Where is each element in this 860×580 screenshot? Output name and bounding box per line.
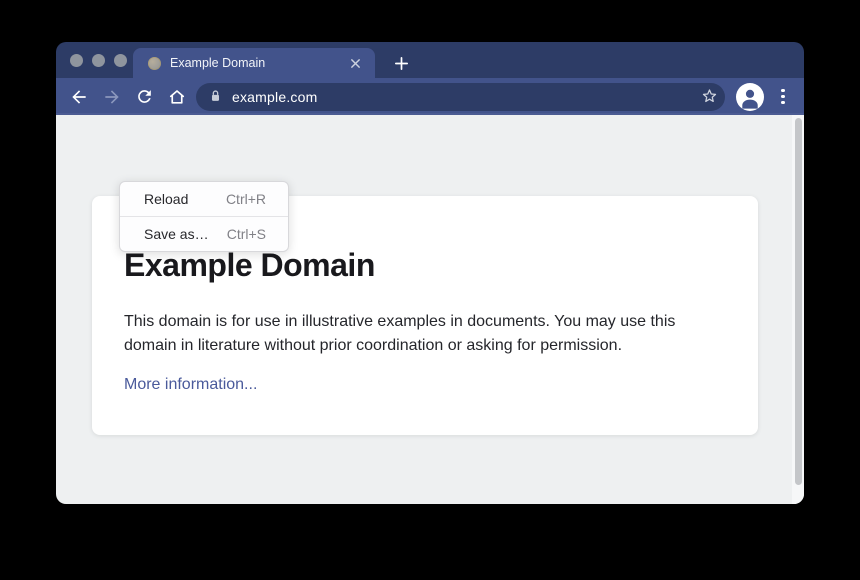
titlebar: Example Domain (56, 42, 804, 78)
context-menu-item-save-as[interactable]: Save as… Ctrl+S (120, 217, 288, 251)
browser-menu-button[interactable] (773, 87, 793, 107)
more-information-link[interactable]: More information... (124, 376, 257, 394)
scrollbar-track[interactable] (792, 115, 804, 504)
home-button[interactable] (167, 87, 187, 107)
tab-title: Example Domain (170, 56, 347, 70)
page-title: Example Domain (124, 248, 726, 282)
context-menu-item-reload[interactable]: Reload Ctrl+R (120, 182, 288, 216)
window-minimize-button[interactable] (92, 54, 105, 67)
context-menu: Reload Ctrl+R Save as… Ctrl+S (119, 181, 289, 252)
new-tab-button[interactable] (386, 48, 416, 78)
address-bar[interactable]: example.com (196, 83, 725, 111)
window-zoom-button[interactable] (114, 54, 127, 67)
window-close-button[interactable] (70, 54, 83, 67)
profile-avatar-button[interactable] (736, 83, 764, 111)
menu-item-label: Reload (144, 191, 188, 207)
desktop-background: Example Domain (0, 0, 860, 580)
lock-icon[interactable] (209, 89, 222, 104)
scrollbar-thumb[interactable] (795, 118, 802, 485)
back-button[interactable] (69, 87, 89, 107)
favicon-icon (148, 57, 161, 70)
menu-item-shortcut: Ctrl+S (227, 226, 266, 242)
toolbar: example.com (56, 78, 804, 115)
reload-button[interactable] (135, 87, 155, 107)
forward-button[interactable] (102, 87, 122, 107)
window-controls (70, 42, 127, 78)
url-text: example.com (232, 89, 317, 105)
menu-item-shortcut: Ctrl+R (226, 191, 266, 207)
menu-item-label: Save as… (144, 226, 209, 242)
page-viewport: Example Domain This domain is for use in… (56, 115, 804, 504)
page-paragraph: This domain is for use in illustrative e… (124, 310, 709, 358)
browser-window: Example Domain (56, 42, 804, 504)
bookmark-star-icon[interactable] (700, 87, 719, 106)
tab-close-icon[interactable] (347, 55, 363, 71)
tab-example-domain[interactable]: Example Domain (133, 48, 375, 78)
